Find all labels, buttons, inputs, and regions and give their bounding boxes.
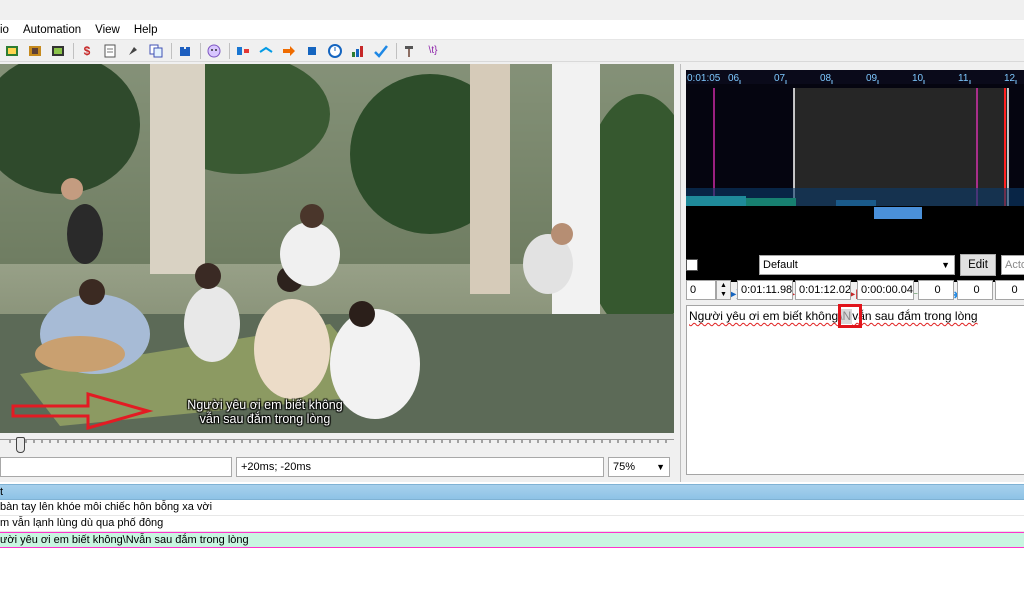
pin-icon[interactable] [125,43,141,59]
video-seek-icon[interactable] [235,43,251,59]
margin-right-field[interactable]: 0 [957,280,993,300]
comment-label: Comment [701,258,751,270]
stop-square-icon[interactable] [304,43,320,59]
waveform-tick-label: 09 [866,73,878,84]
toolbar-separator [171,42,172,59]
subtitle-grid[interactable]: t bàn tay lên khóe môi chiếc hôn bỗng xa… [0,482,1024,615]
row-text: m vẫn lạnh lùng dù qua phố đông [0,517,164,529]
menu-audio[interactable]: io [0,20,16,40]
video-display[interactable] [0,64,674,433]
spellcheck-icon[interactable] [373,43,389,59]
row-text: bàn tay lên khóe môi chiếc hôn bỗng xa v… [0,501,213,513]
seek-ticks [9,440,667,443]
waveform-tick-label: 06 [728,73,740,84]
grid-header: t [0,484,1024,500]
editor-text-part2: vẫn sau đắm trong lòng [852,309,978,323]
zoom-value: 75% [613,461,636,473]
margin-vertical-field[interactable]: 0 [995,280,1024,300]
table-row-selected[interactable]: ười yêu ơi em biết không\Nvẫn sau đắm tr… [0,532,1024,548]
subtitle-offset-field[interactable]: +20ms; -20ms [236,457,604,477]
grid-header-text: t [0,486,4,498]
table-row[interactable]: m vẫn lạnh lùng dù qua phố đông [0,516,1024,532]
start-time-field[interactable]: 0:01:11.98 [737,280,793,300]
layer-field[interactable]: 0 [686,280,716,300]
film-icon[interactable] [27,43,43,59]
subtitle-line-1: Người yêu ơi em biết không [187,398,343,412]
toolbar-separator [396,42,397,59]
chevron-down-icon: ▼ [656,462,665,472]
layer-spin-button[interactable]: ▲ ▼ [716,280,731,300]
style-value: Default [763,259,798,271]
video-open-icon[interactable] [4,43,20,59]
copy-icon[interactable] [148,43,164,59]
aegisub-window: io Automation View Help $ \t} Người yêu … [0,0,1024,615]
dollar-icon[interactable]: $ [79,43,95,59]
editor-text-part1: Người yêu ơi em biết không [689,309,839,323]
film-strip-icon[interactable] [50,43,66,59]
waveform-tick-label: 07 [774,73,786,84]
forward-icon[interactable] [281,43,297,59]
menu-view[interactable]: View [88,20,127,40]
toolbar-separator [200,42,201,59]
menu-help[interactable]: Help [127,20,165,40]
document-icon[interactable] [102,43,118,59]
style-select[interactable]: Default ▼ [759,255,955,275]
chart-icon[interactable] [350,43,366,59]
sync-icon[interactable] [258,43,274,59]
menu-automation[interactable]: Automation [16,20,88,40]
main-toolbar: $ \t} [0,40,1024,62]
toolbar-separator [229,42,230,59]
video-seek-slider[interactable] [0,433,674,455]
video-subtitle-overlay: Người yêu ơi em biết không vẫn sau đắm t… [140,398,390,426]
video-position-field[interactable] [0,457,232,477]
subtitle-line-2: vẫn sau đắm trong lòng [199,412,331,426]
hammer-icon[interactable] [402,43,418,59]
waveform-tick-label: 12 [1004,73,1016,84]
table-row[interactable]: bàn tay lên khóe môi chiếc hôn bỗng xa v… [0,500,1024,516]
edit-style-button[interactable]: Edit [960,254,996,276]
chevron-down-icon: ▼ [941,260,950,270]
margin-left-field[interactable]: 0 [918,280,954,300]
waveform-tick-label: 11 [958,73,969,84]
audio-edit-panel: 0:01:05 06 07 08 09 10 11 12 ▶] ▸[▸| ⊢ … [680,64,1024,482]
subtitle-text-editor[interactable]: Người yêu ơi em biết không\Nvẫn sau đắm … [686,305,1024,475]
row-text: ười yêu ơi em biết không\Nvẫn sau đắm tr… [0,534,249,546]
comment-checkbox[interactable] [686,259,698,271]
end-time-field[interactable]: 0:01:12.02 [795,280,851,300]
waveform-tick-label: 10 [912,73,924,84]
waveform-time-start: 0:01:05 [687,73,721,84]
actor-field[interactable]: Acto [1001,255,1024,275]
seek-thumb[interactable] [16,437,25,453]
face-icon[interactable] [206,43,222,59]
zoom-select[interactable]: 75% ▼ [608,457,670,477]
waveform-tick-label: 08 [820,73,832,84]
menu-bar: io Automation View Help [0,20,1024,40]
toolbar-separator [73,42,74,59]
newline-tag: \N [838,309,853,324]
clock-icon[interactable] [327,43,343,59]
macro-icon[interactable]: \t} [425,43,441,59]
jigsaw-icon[interactable] [177,43,193,59]
duration-field[interactable]: 0:00:00.04 [857,280,914,300]
audio-spectrogram[interactable]: 0:01:05 06 07 08 09 10 11 12 [686,70,1024,282]
